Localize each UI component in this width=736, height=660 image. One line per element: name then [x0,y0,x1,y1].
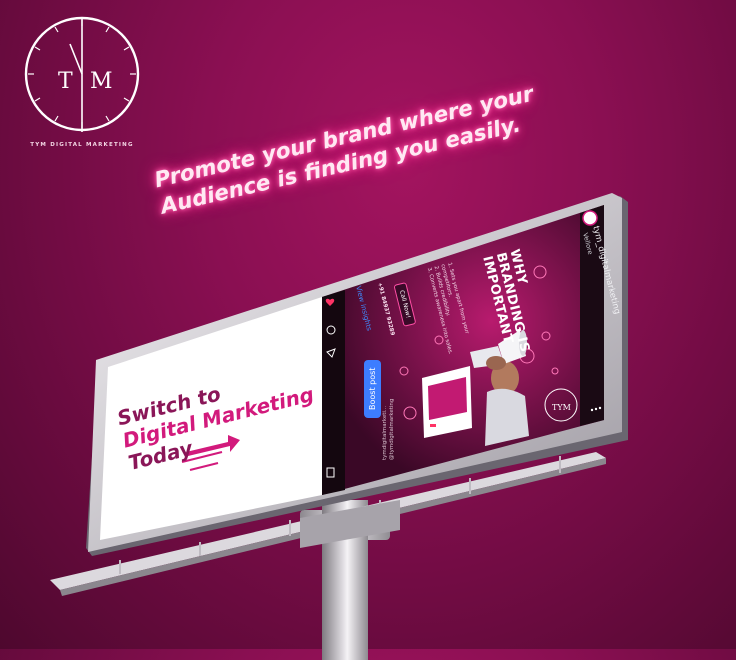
ig-action-strip [322,290,345,495]
ig-avatar [582,210,598,226]
billboard-scene: T M TYM DIGITAL MARKETING Promote your b… [0,0,736,660]
post-handle: tymdigitalmarketi... @tymdigitalmarketin… [382,399,396,460]
post-logo-mark: TYM [552,403,571,412]
post-handle-line-1: tymdigitalmarketi... [382,405,388,460]
mini-post-preview [422,366,472,438]
post-handle-line-2: @tymdigitalmarketing [389,398,395,460]
boost-post-button[interactable]: Boost post [364,359,381,418]
